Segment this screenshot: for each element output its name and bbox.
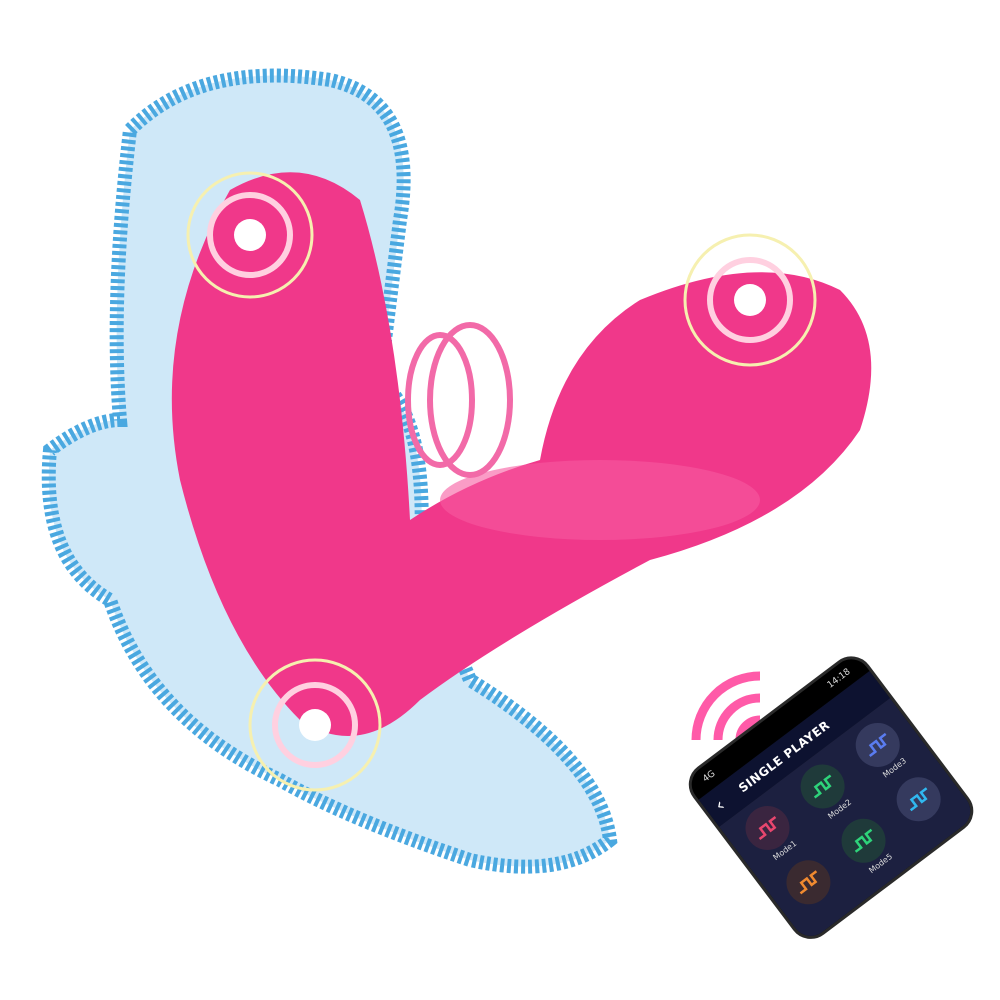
product-highlight <box>440 460 760 540</box>
network-indicator: 4G <box>701 768 718 785</box>
product-body <box>171 172 872 736</box>
mode-label <box>823 901 829 909</box>
back-chevron-icon[interactable]: ‹ <box>711 795 729 816</box>
mode-label <box>933 819 939 827</box>
